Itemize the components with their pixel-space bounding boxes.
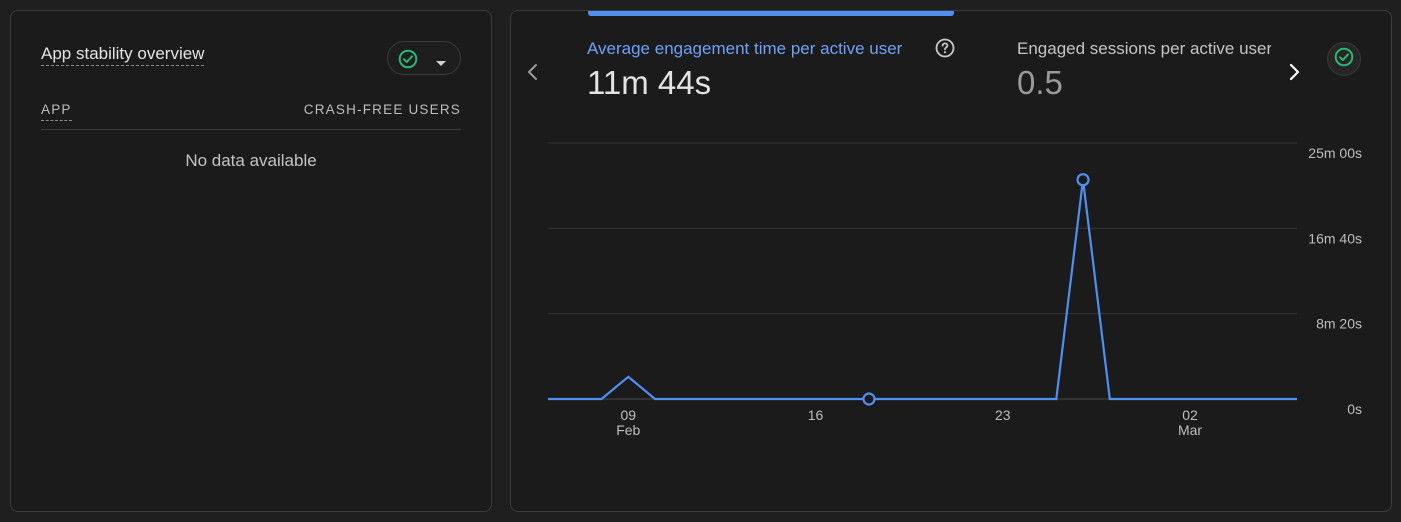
y-tick-label: 25m 00s bbox=[1308, 145, 1362, 161]
empty-state-message: No data available bbox=[185, 151, 317, 170]
x-tick-sublabel: Feb bbox=[616, 422, 640, 438]
y-tick-label: 0s bbox=[1347, 401, 1362, 417]
check-circle-icon bbox=[398, 49, 418, 74]
x-tick-label: 16 bbox=[808, 407, 824, 423]
x-tick-label: 23 bbox=[995, 407, 1011, 423]
data-point-marker bbox=[862, 392, 876, 406]
card-title[interactable]: App stability overview bbox=[41, 44, 205, 66]
app-stability-card: App stability overview APP CRASH-FREE US… bbox=[10, 10, 492, 512]
engagement-card: Average engagement time per active user … bbox=[510, 10, 1392, 512]
x-tick-sublabel: Mar bbox=[1178, 422, 1202, 438]
column-header-crash-free-users: CRASH-FREE USERS bbox=[303, 102, 461, 117]
table-divider bbox=[41, 129, 461, 130]
caret-down-icon bbox=[435, 55, 447, 73]
data-point-marker bbox=[1076, 173, 1090, 187]
y-tick-label: 8m 20s bbox=[1316, 316, 1362, 332]
engagement-line-chart: 25m 00s 16m 40s 8m 20s 0s 09Feb 16 23 02Mar bbox=[548, 142, 1362, 438]
column-header-app[interactable]: APP bbox=[41, 102, 72, 121]
status-dropdown[interactable] bbox=[387, 41, 461, 75]
x-tick-label: 09 bbox=[620, 407, 636, 423]
x-tick-label: 02 bbox=[1182, 407, 1198, 423]
series-line bbox=[548, 179, 1297, 401]
y-tick-label: 16m 40s bbox=[1308, 230, 1362, 246]
